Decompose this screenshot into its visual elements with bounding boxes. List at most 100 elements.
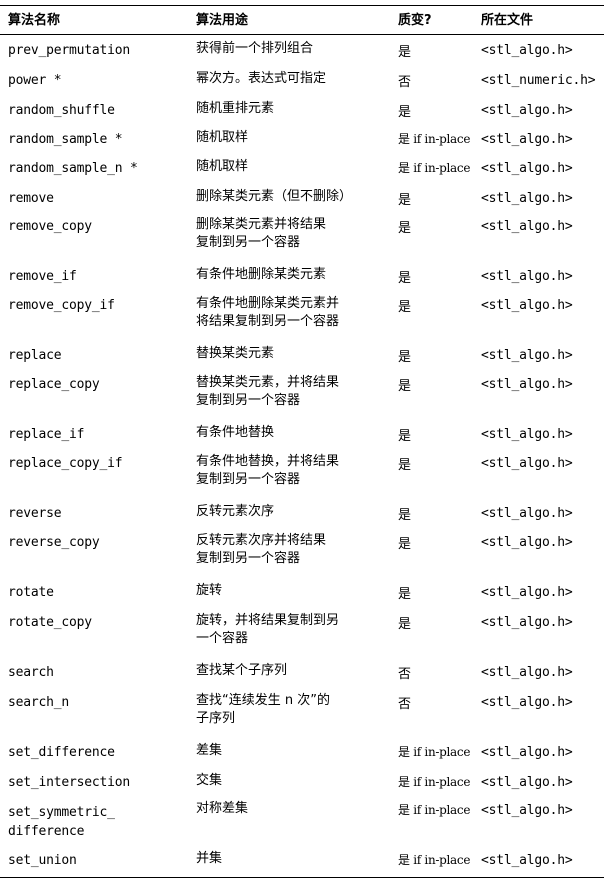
- mutating-cell: 是 if in-place: [398, 132, 471, 146]
- mutating-cell: 是 if in-place: [398, 161, 471, 175]
- source-file-cell: <stl_algo.h>: [481, 348, 573, 363]
- algorithm-name-cell: set_union: [8, 853, 77, 868]
- algorithm-name-cell: set_symmetric_ difference: [8, 805, 115, 839]
- mutating-cell: 否: [398, 667, 412, 682]
- algorithm-purpose-cell: 替换某类元素: [196, 346, 275, 361]
- mutating-cell: 是 if in-place: [398, 853, 471, 867]
- source-file-cell: <stl_algo.h>: [481, 506, 573, 521]
- algorithm-name-cell: prev_permutation: [8, 43, 131, 58]
- mutating-cell: 是: [398, 45, 412, 60]
- mutating-cell: 是: [398, 350, 412, 365]
- algorithm-purpose-cell: 有条件地删除某类元素并 将结果复制到另一个容器: [196, 296, 340, 329]
- algorithm-purpose-cell: 删除某类元素并将结果 复制到另一个容器: [196, 217, 327, 250]
- algorithm-name-cell: random_sample *: [8, 132, 123, 147]
- algorithm-purpose-cell: 对称差集: [196, 801, 249, 816]
- algorithm-name-cell: remove_copy: [8, 219, 92, 234]
- algorithm-purpose-cell: 有条件地删除某类元素: [196, 267, 327, 282]
- table-bottom-rule: [0, 877, 604, 878]
- mutating-cell: 是: [398, 221, 412, 236]
- mutating-cell: 是 if in-place: [398, 803, 471, 817]
- mutating-cell: 是: [398, 379, 412, 394]
- mutating-cell: 是: [398, 617, 412, 632]
- source-file-cell: <stl_algo.h>: [481, 298, 573, 313]
- source-file-cell: <stl_algo.h>: [481, 377, 573, 392]
- mutating-cell: 是: [398, 193, 412, 208]
- algorithm-name-cell: search_n: [8, 695, 70, 710]
- source-file-cell: <stl_algo.h>: [481, 191, 573, 206]
- source-file-cell: <stl_algo.h>: [481, 615, 573, 630]
- algorithm-purpose-cell: 幂次方。表达式可指定: [196, 71, 327, 86]
- mutating-cell: 是 if in-place: [398, 745, 471, 759]
- algorithm-purpose-cell: 旋转，并将结果复制到另 一个容器: [196, 613, 340, 646]
- algorithm-name-cell: random_shuffle: [8, 103, 115, 118]
- source-file-cell: <stl_algo.h>: [481, 43, 573, 58]
- source-file-cell: <stl_algo.h>: [481, 585, 573, 600]
- header-algorithm-name: 算法名称: [8, 13, 61, 28]
- source-file-cell: <stl_algo.h>: [481, 853, 573, 868]
- algorithm-name-cell: replace_copy_if: [8, 456, 123, 471]
- algorithm-purpose-cell: 删除某类元素（但不删除）: [196, 189, 353, 204]
- mutating-cell: 是: [398, 508, 412, 523]
- algorithm-name-cell: remove_copy_if: [8, 298, 115, 313]
- algorithm-purpose-cell: 有条件地替换: [196, 425, 275, 440]
- algorithm-name-cell: remove: [8, 191, 54, 206]
- algorithm-name-cell: search: [8, 665, 54, 680]
- table-top-rule: [0, 5, 604, 6]
- mutating-cell: 是: [398, 458, 412, 473]
- algorithm-purpose-cell: 获得前一个排列组合: [196, 41, 314, 56]
- algorithm-name-cell: reverse_copy: [8, 535, 100, 550]
- mutating-cell: 是: [398, 300, 412, 315]
- source-file-cell: <stl_algo.h>: [481, 132, 573, 147]
- algorithm-purpose-cell: 反转元素次序并将结果 复制到另一个容器: [196, 533, 327, 566]
- source-file-cell: <stl_algo.h>: [481, 219, 573, 234]
- algorithm-name-cell: replace_copy: [8, 377, 100, 392]
- algorithm-purpose-cell: 查找某个子序列: [196, 663, 288, 678]
- algorithm-name-cell: replace: [8, 348, 62, 363]
- algorithm-name-cell: rotate: [8, 585, 54, 600]
- algorithm-purpose-cell: 并集: [196, 851, 223, 866]
- algorithm-name-cell: rotate_copy: [8, 615, 92, 630]
- algorithm-name-cell: remove_if: [8, 269, 77, 284]
- source-file-cell: <stl_algo.h>: [481, 535, 573, 550]
- algorithm-purpose-cell: 差集: [196, 743, 223, 758]
- table-clip: 算法名称 算法用途 质变? 所在文件 prev_permutation 获得前一个…: [0, 0, 604, 881]
- mutating-cell: 是: [398, 537, 412, 552]
- source-file-cell: <stl_algo.h>: [481, 456, 573, 471]
- mutating-cell: 否: [398, 697, 412, 712]
- mutating-cell: 是: [398, 429, 412, 444]
- header-algorithm-purpose: 算法用途: [196, 13, 249, 28]
- source-file-cell: <stl_algo.h>: [481, 103, 573, 118]
- algorithm-table-page: 算法名称 算法用途 质变? 所在文件 prev_permutation 获得前一个…: [0, 0, 604, 881]
- mutating-cell: 是: [398, 271, 412, 286]
- algorithm-purpose-cell: 随机取样: [196, 130, 249, 145]
- algorithm-name-cell: power *: [8, 73, 62, 88]
- algorithm-name-cell: reverse: [8, 506, 62, 521]
- source-file-cell: <stl_algo.h>: [481, 161, 573, 176]
- mutating-cell: 是: [398, 105, 412, 120]
- algorithm-purpose-cell: 查找“连续发生 n 次”的 子序列: [196, 693, 330, 726]
- source-file-cell: <stl_algo.h>: [481, 665, 573, 680]
- mutating-cell: 是 if in-place: [398, 775, 471, 789]
- algorithm-purpose-cell: 随机重排元素: [196, 101, 275, 116]
- mutating-cell: 否: [398, 75, 412, 90]
- algorithm-name-cell: random_sample_n *: [8, 161, 138, 176]
- source-file-cell: <stl_algo.h>: [481, 745, 573, 760]
- source-file-cell: <stl_algo.h>: [481, 803, 573, 818]
- algorithm-purpose-cell: 替换某类元素，并将结果 复制到另一个容器: [196, 375, 340, 408]
- algorithm-purpose-cell: 旋转: [196, 583, 223, 598]
- algorithm-name-cell: replace_if: [8, 427, 85, 442]
- algorithm-purpose-cell: 随机取样: [196, 159, 249, 174]
- algorithm-name-cell: set_difference: [8, 745, 115, 760]
- table-header-row: 算法名称 算法用途 质变? 所在文件: [0, 9, 604, 31]
- source-file-cell: <stl_numeric.h>: [481, 73, 596, 88]
- source-file-cell: <stl_algo.h>: [481, 427, 573, 442]
- header-mutating: 质变?: [398, 13, 432, 28]
- algorithm-purpose-cell: 反转元素次序: [196, 504, 275, 519]
- algorithm-purpose-cell: 交集: [196, 773, 223, 788]
- mutating-cell: 是: [398, 587, 412, 602]
- algorithm-name-cell: set_intersection: [8, 775, 131, 790]
- source-file-cell: <stl_algo.h>: [481, 269, 573, 284]
- algorithm-purpose-cell: 有条件地替换，并将结果 复制到另一个容器: [196, 454, 340, 487]
- source-file-cell: <stl_algo.h>: [481, 775, 573, 790]
- header-source-file: 所在文件: [481, 13, 534, 28]
